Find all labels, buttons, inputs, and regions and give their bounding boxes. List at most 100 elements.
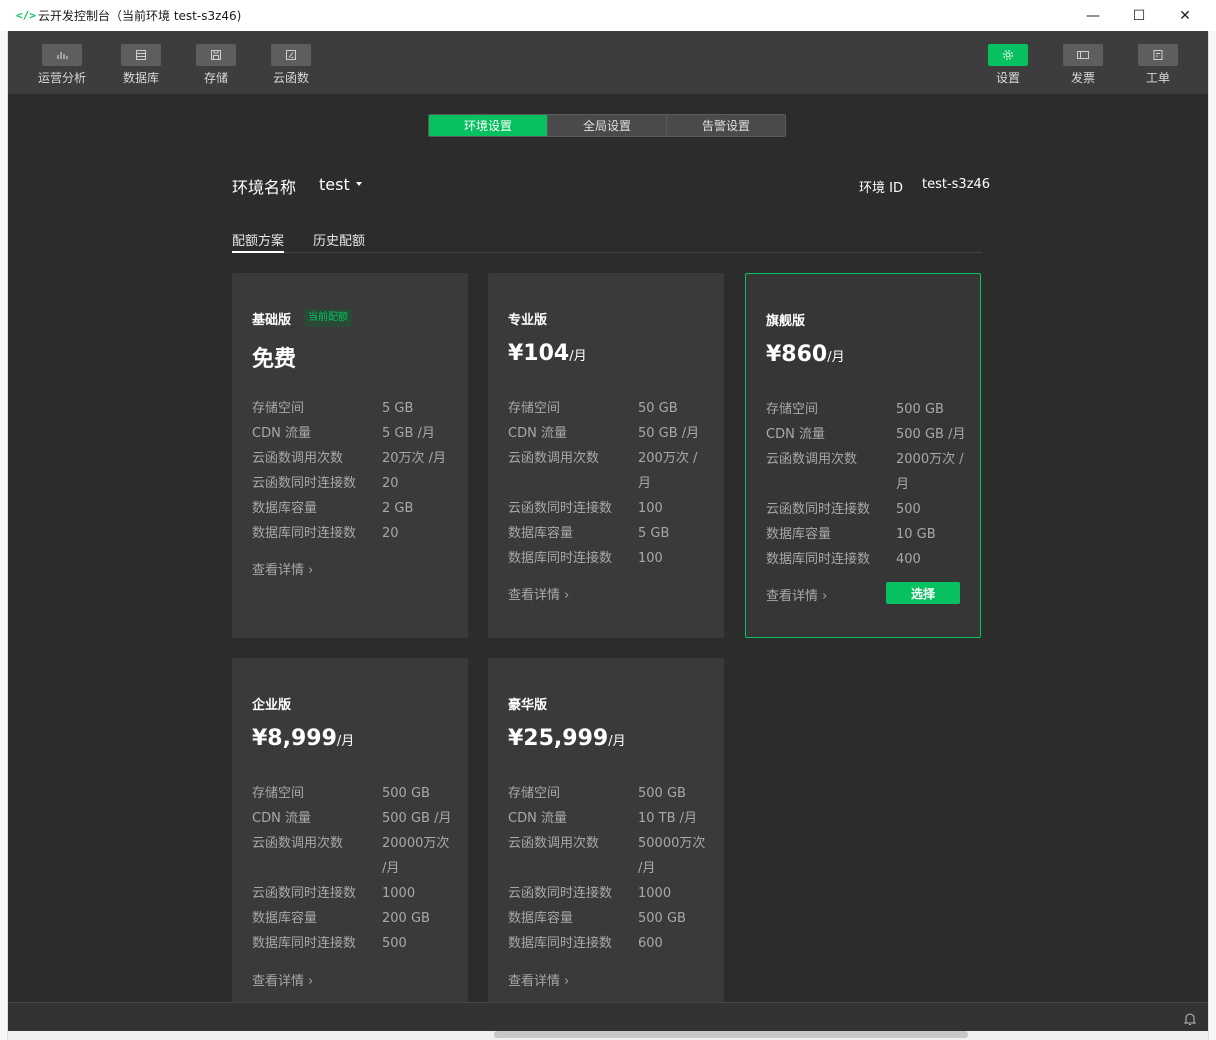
- spec-value: 50 GB: [638, 401, 678, 416]
- price-value: ¥860: [766, 342, 828, 367]
- spec-row: 数据库容量 10 GB: [766, 522, 976, 547]
- code-icon: </>: [16, 9, 36, 22]
- spec-row: CDN 流量 50 GB /月: [508, 421, 718, 446]
- spec-value: 50000万次 /月: [638, 836, 706, 876]
- tab-env-settings[interactable]: 环境设置: [429, 115, 548, 136]
- spec-key: 数据库同时连接数: [252, 936, 357, 951]
- plan-price: ¥104/月: [508, 341, 587, 366]
- toolbar-analytics-button[interactable]: 运营分析: [32, 44, 92, 86]
- spec-row: 云函数同时连接数 1000: [252, 881, 462, 906]
- toolbar-storage-button[interactable]: 存储: [186, 44, 246, 86]
- spec-key: 云函数同时连接数: [766, 502, 871, 517]
- spec-row: 云函数调用次数 200万次 / 月: [508, 446, 718, 496]
- spec-row: 数据库容量 500 GB: [508, 906, 718, 931]
- plan-specs: 存储空间 5 GB CDN 流量 5 GB /月 云函数调用次数 20万次 /月 云函…: [252, 396, 462, 546]
- toolbar-label: 发票: [1070, 71, 1095, 85]
- spec-value: 500 GB: [896, 402, 944, 417]
- env-id-label: 环境 ID: [859, 181, 903, 196]
- plan-specs: 存储空间 500 GB CDN 流量 10 TB /月 云函数调用次数 50000万次…: [508, 781, 718, 956]
- spec-row: 数据库同时连接数 600: [508, 931, 718, 956]
- close-button[interactable]: ✕: [1162, 0, 1208, 31]
- price-unit: /月: [336, 734, 355, 749]
- spec-key: 数据库容量: [508, 526, 574, 541]
- spec-value: 50 GB /月: [638, 426, 700, 441]
- plan-card-luxury: 豪华版 ¥25,999/月 存储空间 500 GB CDN 流量 10 TB /月 …: [488, 658, 724, 1002]
- price-unit: /月: [827, 350, 845, 365]
- plan-card-flagship[interactable]: 旗舰版 ¥860/月 存储空间 500 GB CDN 流量 500 GB /月 云函…: [745, 273, 981, 638]
- spec-value: 2000万次 / 月: [896, 452, 964, 492]
- view-details-link[interactable]: 查看详情 ›: [508, 970, 569, 989]
- spec-value: 200万次 / 月: [638, 451, 698, 491]
- current-plan-badge: 当前配额: [304, 309, 352, 327]
- plan-price: 免费: [252, 341, 296, 373]
- view-details-link[interactable]: 查看详情 ›: [252, 970, 313, 989]
- function-icon: [271, 44, 311, 66]
- toolbar-ticket-button[interactable]: 工单: [1128, 44, 1188, 86]
- spec-row: 存储空间 5 GB: [252, 396, 462, 421]
- caret-down-icon[interactable]: [356, 182, 362, 186]
- background-window-edge-right: [1208, 31, 1216, 1040]
- toolbar-settings-button[interactable]: 设置: [978, 44, 1038, 86]
- spec-row: CDN 流量 5 GB /月: [252, 421, 462, 446]
- tab-alert-settings[interactable]: 告警设置: [667, 115, 785, 136]
- view-details-link[interactable]: 查看详情 ›: [766, 585, 827, 604]
- maximize-button[interactable]: ☐: [1116, 0, 1162, 31]
- spec-row: 云函数调用次数 2000万次 / 月: [766, 447, 976, 497]
- spec-row: 数据库同时连接数 400: [766, 547, 976, 572]
- spec-value: 2 GB: [382, 501, 414, 516]
- price-value: 免费: [252, 347, 297, 372]
- spec-row: 数据库容量 2 GB: [252, 496, 462, 521]
- tab-quota-plans[interactable]: 配额方案: [232, 230, 285, 253]
- price-value: ¥25,999: [508, 726, 609, 751]
- spec-value: 5 GB: [382, 401, 414, 416]
- spec-value: 10 TB /月: [638, 811, 698, 826]
- tab-global-settings[interactable]: 全局设置: [548, 115, 667, 136]
- bell-icon[interactable]: [1183, 1011, 1197, 1030]
- toolbar-invoice-button[interactable]: 发票: [1053, 44, 1113, 86]
- spec-key: 存储空间: [252, 401, 305, 416]
- bar-chart-icon: [42, 44, 82, 66]
- spec-key: 存储空间: [508, 401, 561, 416]
- spec-value: 20000万次 /月: [382, 836, 450, 876]
- spec-row: 云函数调用次数 20000万次 /月: [252, 831, 462, 881]
- horizontal-scrollbar[interactable]: [494, 1031, 968, 1038]
- window-title: 云开发控制台（当前环境 test-s3z46): [38, 9, 242, 23]
- env-select[interactable]: test: [319, 175, 350, 194]
- spec-value: 10 GB: [896, 527, 936, 542]
- spec-row: 存储空间 500 GB: [252, 781, 462, 806]
- plan-price: ¥8,999/月: [252, 726, 354, 751]
- spec-value: 5 GB /月: [382, 426, 435, 441]
- toolbar: 运营分析 数据库 存储 云函数 设置 发票 工单: [8, 31, 1208, 94]
- toolbar-functions-button[interactable]: 云函数: [261, 44, 321, 86]
- tab-quota-history[interactable]: 历史配额: [313, 230, 365, 253]
- toolbar-label: 运营分析: [37, 71, 86, 85]
- spec-value: 20: [382, 526, 399, 541]
- plan-card-basic: 基础版 当前配额 免费 存储空间 5 GB CDN 流量 5 GB /月 云函数调用…: [232, 273, 468, 638]
- spec-key: 云函数调用次数: [508, 836, 600, 851]
- spec-row: 云函数同时连接数 500: [766, 497, 976, 522]
- spec-value: 1000: [382, 886, 416, 901]
- spec-value: 500: [382, 936, 407, 951]
- spec-value: 500: [896, 502, 921, 517]
- spec-key: 云函数同时连接数: [508, 501, 613, 516]
- view-details-link[interactable]: 查看详情 ›: [508, 584, 569, 603]
- plan-name: 专业版: [508, 313, 548, 328]
- toolbar-database-button[interactable]: 数据库: [111, 44, 171, 86]
- minimize-button[interactable]: —: [1070, 0, 1116, 31]
- env-id-value: test-s3z46: [922, 177, 991, 192]
- spec-row: 存储空间 500 GB: [766, 397, 976, 422]
- select-plan-button[interactable]: 选择: [886, 582, 960, 604]
- spec-row: 存储空间 50 GB: [508, 396, 718, 421]
- spec-key: 数据库同时连接数: [508, 551, 613, 566]
- spec-value: 100: [638, 551, 663, 566]
- env-name-label: 环境名称: [232, 178, 297, 197]
- spec-value: 100: [638, 501, 663, 516]
- plan-name: 企业版: [252, 698, 292, 713]
- plan-name: 旗舰版: [766, 314, 806, 329]
- spec-row: 数据库同时连接数 100: [508, 546, 718, 571]
- spec-key: 云函数调用次数: [766, 452, 858, 467]
- spec-row: 云函数调用次数 50000万次 /月: [508, 831, 718, 881]
- view-details-link[interactable]: 查看详情 ›: [252, 559, 313, 578]
- spec-value: 20万次 /月: [382, 451, 447, 466]
- toolbar-label: 设置: [995, 71, 1020, 85]
